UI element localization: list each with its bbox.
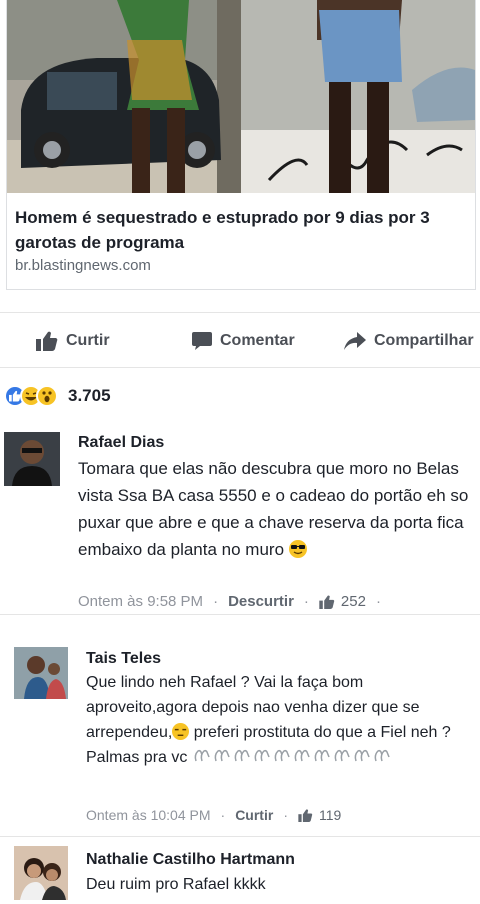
comment-body: Deu ruim pro Rafael kkkk xyxy=(86,876,266,893)
comment-like-count[interactable]: 252 xyxy=(341,593,366,610)
comment-author[interactable]: Nathalie Castilho Hartmann xyxy=(86,851,295,869)
clap-emoji xyxy=(354,749,370,762)
thumbs-up-icon xyxy=(298,808,313,822)
unamused-emoji xyxy=(172,723,190,740)
unlike-button[interactable]: Descurtir xyxy=(228,593,294,610)
clap-emoji xyxy=(314,749,330,762)
thumbs-up-icon xyxy=(36,331,58,351)
clap-emoji xyxy=(234,749,250,762)
comment-text: Tomara que elas não descubra que moro no… xyxy=(78,455,476,563)
clap-emoji xyxy=(254,749,270,762)
like-comment-button[interactable]: Curtir xyxy=(235,807,273,823)
avatar[interactable] xyxy=(4,432,60,486)
divider xyxy=(0,836,480,837)
comment-author[interactable]: Tais Teles xyxy=(86,650,161,668)
avatar[interactable] xyxy=(14,846,68,900)
comment-meta: Ontem às 9:58 PM · Descurtir · 252 · xyxy=(78,593,391,610)
clap-emoji xyxy=(294,749,310,762)
comment-meta: Ontem às 10:04 PM · Curtir · 119 xyxy=(86,807,341,823)
separator-dot: · xyxy=(303,593,309,610)
comment-author[interactable]: Rafael Dias xyxy=(78,434,164,452)
avatar[interactable] xyxy=(14,647,68,699)
reaction-summary[interactable]: 3.705 xyxy=(4,382,111,410)
separator-dot: · xyxy=(213,593,219,610)
divider xyxy=(0,614,480,615)
comment-text: Que lindo neh Rafael ? Vai la faça bom a… xyxy=(86,670,456,770)
clap-emoji-row xyxy=(192,749,392,766)
clap-emoji xyxy=(274,749,290,762)
comment-time[interactable]: Ontem às 9:58 PM xyxy=(78,593,203,610)
link-domain: br.blastingnews.com xyxy=(15,257,151,274)
clap-emoji xyxy=(214,749,230,762)
separator-dot: · xyxy=(220,807,226,823)
share-button[interactable]: Compartilhar xyxy=(344,329,474,353)
like-button[interactable]: Curtir xyxy=(36,329,110,353)
sunglasses-emoji xyxy=(288,540,307,558)
share-icon xyxy=(344,332,366,350)
share-label: Compartilhar xyxy=(374,332,474,349)
comment-body: Tomara que elas não descubra que moro no… xyxy=(78,459,469,559)
link-title[interactable]: Homem é sequestrado e estuprado por 9 di… xyxy=(15,205,467,255)
wow-icon xyxy=(36,385,58,407)
comment-button[interactable]: Comentar xyxy=(192,329,295,353)
separator-dot: · xyxy=(375,593,381,610)
comment-text: Deu ruim pro Rafael kkkk xyxy=(86,872,466,897)
comment-like-count[interactable]: 119 xyxy=(319,807,341,823)
clap-emoji xyxy=(374,749,390,762)
separator-dot: · xyxy=(283,807,288,823)
clap-emoji xyxy=(334,749,350,762)
post-action-bar: Curtir Comentar Compartilhar xyxy=(0,312,480,368)
reaction-count: 3.705 xyxy=(68,386,111,405)
comment-label: Comentar xyxy=(220,332,295,349)
link-preview-image[interactable] xyxy=(7,0,475,193)
comment-icon xyxy=(192,332,212,350)
clap-emoji xyxy=(194,749,210,762)
thumbs-up-icon xyxy=(319,594,335,609)
like-label: Curtir xyxy=(66,332,110,349)
comment-time[interactable]: Ontem às 10:04 PM xyxy=(86,807,211,823)
link-preview-card[interactable]: Homem é sequestrado e estuprado por 9 di… xyxy=(6,0,476,290)
